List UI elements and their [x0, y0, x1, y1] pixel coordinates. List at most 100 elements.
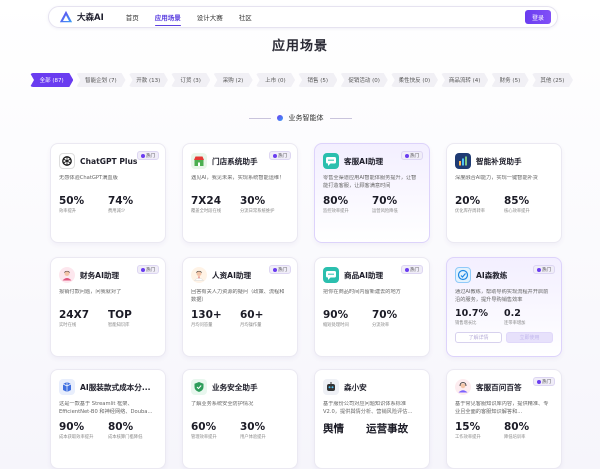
hot-badge: 热门 [533, 377, 555, 386]
stat-label: 效率提升 [59, 209, 77, 214]
badge-dot-icon [537, 267, 541, 272]
card-description: 把你在商品时间内留新建去的地方 [323, 289, 401, 295]
card-description: 通过AI教练，帮助导购实现流程并开启前沿的服务，提升导购销售效率 [455, 289, 549, 303]
stat-label: 销售增长比 [455, 321, 477, 326]
card-description: 深度融合AI能力，实现一键智能补货 [455, 175, 538, 181]
badge-dot-icon [141, 267, 145, 272]
stat-value: 20% [455, 195, 481, 207]
filter-launch[interactable]: 上市 (0) [256, 73, 295, 87]
stat-value: 70% [372, 195, 398, 207]
stat-label: 成本核算门槛降低 [108, 435, 143, 440]
stat-value: 60% [191, 421, 217, 433]
filter-sales[interactable]: 销售 (5) [298, 73, 337, 87]
stat-value: 舆情 [323, 423, 344, 435]
coach-icon [455, 267, 471, 283]
badge-dot-icon [537, 379, 541, 384]
agent-card-sen-xiaoan[interactable]: 森小安 基于服份公司对应问题知识体系标准V2.0，提供舆情分析、营销风险评估..… [314, 369, 430, 469]
filter-ordering[interactable]: 订货 (3) [171, 73, 210, 87]
agent-card-hr[interactable]: 人资AI助理 热门 回答有关人力资源的疑问（政策、流程和数据） 130+ 月均问答… [182, 257, 298, 357]
hot-badge: 热门 [401, 151, 423, 160]
filter-other[interactable]: 其他 (25) [532, 73, 573, 87]
nav-design-contest[interactable]: 设计大赛 [197, 12, 223, 22]
card-description: 零售全渠道应用AI智能体服务提升，让智能打造客服，让顾客满意时间 [323, 175, 417, 189]
stat-value: TOP [108, 309, 132, 321]
stat-value: 15% [455, 421, 481, 433]
service-icon [455, 379, 471, 395]
agent-card-replenishment[interactable]: 智能补货助手 深度融合AI能力，实现一键智能补货 20% 优化库存周转率 85% 核… [446, 143, 562, 243]
filter-flexible[interactable]: 柔性快反 (0) [391, 73, 438, 87]
card-title: AI服装款式成本分... [80, 382, 151, 392]
stat-label: 费用减少 [108, 209, 126, 214]
badge-dot-icon [273, 153, 277, 158]
hot-badge: 热门 [137, 265, 159, 274]
stat-label: 优化库存周转率 [455, 209, 486, 214]
filter-design[interactable]: 开款 (13) [129, 73, 168, 87]
card-description: 无感体验ChatGPT满血版 [59, 175, 118, 181]
openai-icon [59, 153, 75, 169]
filter-circulation[interactable]: 商品流转 (4) [441, 73, 488, 87]
stat-value: 30% [240, 195, 266, 207]
chat-icon [323, 153, 339, 169]
card-title: 森小安 [344, 382, 367, 392]
card-title: 客服AI助理 [344, 156, 384, 166]
nav-scenarios[interactable]: 应用场景 [154, 12, 181, 26]
filter-all[interactable]: 全部 (87) [30, 73, 73, 87]
stat-label: 监控效率提升 [323, 209, 349, 214]
stat-label: 分流日常系统维护 [240, 209, 275, 214]
hot-badge: 热门 [269, 265, 291, 274]
stat-label: 分流效率 [372, 323, 390, 328]
card-title: 人资AI助理 [212, 270, 252, 280]
stat-value: 10.7% [455, 308, 488, 319]
badge-dot-icon [141, 153, 145, 158]
learn-more-button[interactable]: 了解详情 [455, 332, 502, 343]
stat-value: 50% [59, 195, 85, 207]
card-title: AI森教练 [476, 270, 508, 280]
use-now-button[interactable]: 立即使用 [506, 332, 553, 343]
login-button[interactable]: 登录 [525, 10, 551, 24]
robot-icon [323, 379, 339, 395]
agent-card-finance[interactable]: 财务AI助理 热门 报销付款问题，问我就对了 24X7 实时在线 TOP 智能知识库 [50, 257, 166, 357]
agent-card-customer-service[interactable]: 客服AI助理 热门 零售全渠道应用AI智能体服务提升，让智能打造客服，让顾客满意… [314, 143, 430, 243]
card-title: 商品AI助理 [344, 270, 384, 280]
stat-value: 7X24 [191, 195, 222, 207]
section-title: 业务智能体 [288, 114, 324, 122]
filter-promotion[interactable]: 促销活动 (0) [340, 73, 387, 87]
stat-label: 智能知识库 [108, 323, 130, 328]
filter-planning[interactable]: 智能企划 (7) [76, 73, 125, 87]
badge-dot-icon [405, 267, 409, 272]
agent-card-cs-faq[interactable]: 客服百问百答 热门 基于常见客服知识库内容，提供精准、专业且全面的客服知识解答和… [446, 369, 562, 469]
agent-card-product[interactable]: 商品AI助理 热门 把你在商品时间内留新建去的地方 90% 缩短处理时间 70% 分… [314, 257, 430, 357]
stat-value: 80% [108, 421, 134, 433]
stat-label: 连带率增加 [504, 321, 526, 326]
page-title: 应用场景 [271, 39, 328, 54]
agent-card-chatgpt[interactable]: ChatGPT Plus 热门 无感体验ChatGPT满血版 50% 效率提升 7… [50, 143, 166, 243]
card-title: 客服百问百答 [476, 382, 522, 392]
filter-purchasing[interactable]: 采购 (2) [213, 73, 252, 87]
agent-card-ai-coach[interactable]: AI森教练 热门 通过AI教练，帮助导购实现流程并开启前沿的服务，提升导购销售效… [446, 257, 562, 357]
cost-icon [59, 379, 75, 395]
agent-card-security[interactable]: 业务安全助手 了解业务系统安全防护情况 60% 管理效率提升 30% 用户体验提升 [182, 369, 298, 469]
top-navbar: 大森AI 首页 应用场景 设计大赛 社区 登录 [48, 6, 558, 28]
nav-home[interactable]: 首页 [126, 12, 139, 22]
hot-badge: 热门 [401, 265, 423, 274]
stat-label: 成本获取效率提升 [59, 435, 94, 440]
agent-card-cost-analysis[interactable]: AI服装款式成本分... 这是一款基于 Streamlit 框架、Efficie… [50, 369, 166, 469]
finance-avatar-icon [59, 267, 75, 283]
brand-name: 大森AI [77, 13, 104, 23]
agent-card-store-assistant[interactable]: 门店系统助手 热门 遇见AI，我见未来，实现系统智能运维！ 7X24 覆盖全时段在… [182, 143, 298, 243]
stat-value: 24X7 [59, 309, 90, 321]
stat-value: 30% [240, 421, 266, 433]
brand-logo-icon [59, 10, 73, 23]
nav-community[interactable]: 社区 [239, 12, 252, 22]
filter-finance[interactable]: 财务 (5) [491, 73, 528, 87]
chart-icon [455, 153, 471, 169]
brand-logo[interactable]: 大森AI [59, 10, 104, 24]
stat-label: 运营风险降低 [372, 209, 398, 214]
badge-dot-icon [273, 267, 277, 272]
divider [248, 117, 271, 119]
stat-value: 90% [59, 421, 85, 433]
card-description: 这是一款基于 Streamlit 框架、EfficientNet-B0 和神经网… [59, 401, 153, 415]
card-title: 财务AI助理 [80, 270, 120, 280]
card-description: 了解业务系统安全防护情况 [191, 401, 254, 407]
hot-badge: 热门 [269, 151, 291, 160]
